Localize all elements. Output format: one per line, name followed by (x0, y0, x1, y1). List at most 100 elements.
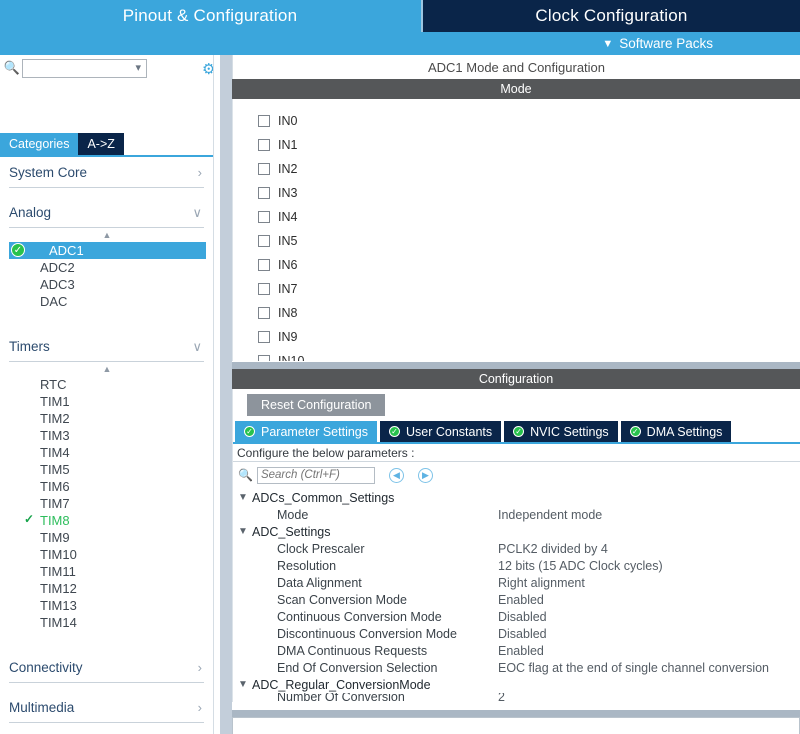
sidebar-item-tim13[interactable]: TIM13 (0, 597, 213, 614)
parameter-row-end-of-conversion-selection[interactable]: End Of Conversion Selection EOC flag at … (233, 659, 800, 676)
sidebar-item-adc3[interactable]: ADC3 (0, 276, 213, 293)
sidebar-item-tim14[interactable]: TIM14 (0, 614, 213, 631)
sidebar-category-analog[interactable]: Analog ∨ (9, 198, 204, 228)
parameter-row-mode[interactable]: Mode Independent mode (233, 506, 800, 523)
sidebar-item-tim12[interactable]: TIM12 (0, 580, 213, 597)
sidebar-item-tim2[interactable]: TIM2 (0, 410, 213, 427)
sidebar-category-multimedia[interactable]: Multimedia › (9, 693, 204, 723)
parameter-row-data-alignment[interactable]: Data Alignment Right alignment (233, 574, 800, 591)
chevron-left-circle-icon[interactable]: ◀ (389, 468, 404, 483)
sidebar-item-tim10[interactable]: TIM10 (0, 546, 213, 563)
configuration-bottom-splitter[interactable] (232, 709, 800, 717)
parameter-search-input[interactable] (257, 467, 375, 484)
parameter-value-resolution: 12 bits (15 ADC Clock cycles) (498, 559, 663, 573)
chevron-down-icon[interactable]: ▼ (238, 492, 252, 503)
reset-button-row: Reset Configuration (233, 389, 800, 421)
parameter-row-discontinuous-conversion-mode[interactable]: Discontinuous Conversion Mode Disabled (233, 625, 800, 642)
software-packs-bar[interactable]: ▼ Software Packs (0, 32, 800, 55)
parameter-row-clock-prescaler[interactable]: Clock Prescaler PCLK2 divided by 4 (233, 540, 800, 557)
sidebar-item-adc1[interactable]: ✓ ADC1 (9, 242, 206, 259)
analog-peripheral-list: ✓ ADC1 ADC2 ADC3 DAC (0, 242, 213, 310)
parameter-value-dma-continuous-requests: Enabled (498, 644, 544, 658)
check-circle-icon: ✓ (630, 426, 641, 437)
gear-icon[interactable]: ⚙ (202, 60, 213, 78)
sidebar-item-dac-label: DAC (40, 294, 67, 309)
sidebar-item-tim3[interactable]: TIM3 (0, 427, 213, 444)
parameter-name-resolution: Resolution (233, 559, 498, 573)
configure-hint-label: Configure the below parameters : (237, 446, 414, 460)
checkbox-in8[interactable] (258, 307, 270, 319)
channel-row-in6[interactable]: IN6 (233, 253, 800, 277)
channel-row-in4[interactable]: IN4 (233, 205, 800, 229)
sidebar-item-adc2[interactable]: ADC2 (0, 259, 213, 276)
tab-parameter-settings[interactable]: ✓ Parameter Settings (235, 421, 377, 442)
sidebar-item-tim1[interactable]: TIM1 (0, 393, 213, 410)
sidebar-tab-categories[interactable]: Categories (0, 133, 78, 155)
chevron-right-circle-icon[interactable]: ▶ (418, 468, 433, 483)
parameter-group-adc-regular-conversionmode[interactable]: ▼ ADC_Regular_ConversionMode (233, 676, 800, 693)
channel-row-in9[interactable]: IN9 (233, 325, 800, 349)
tab-clock-label: Clock Configuration (535, 6, 687, 26)
parameter-row-continuous-conversion-mode[interactable]: Continuous Conversion Mode Disabled (233, 608, 800, 625)
sidebar-category-connectivity[interactable]: Connectivity › (9, 653, 204, 683)
parameter-row-number-of-conversion[interactable]: Number Of Conversion 2 (233, 693, 800, 702)
parameter-row-dma-continuous-requests[interactable]: DMA Continuous Requests Enabled (233, 642, 800, 659)
sidebar-search-combo[interactable]: ▾ (22, 59, 147, 78)
parameter-row-resolution[interactable]: Resolution 12 bits (15 ADC Clock cycles) (233, 557, 800, 574)
tab-dma-settings[interactable]: ✓ DMA Settings (621, 421, 732, 442)
channel-row-in2[interactable]: IN2 (233, 157, 800, 181)
sidebar-item-tim11[interactable]: TIM11 (0, 563, 213, 580)
sidebar-item-dac[interactable]: DAC (0, 293, 213, 310)
chevron-down-icon[interactable]: ▼ (238, 526, 252, 537)
channel-row-in7[interactable]: IN7 (233, 277, 800, 301)
parameter-row-scan-conversion-mode[interactable]: Scan Conversion Mode Enabled (233, 591, 800, 608)
sidebar-tab-a-to-z[interactable]: A->Z (78, 133, 123, 155)
tab-nvic-settings[interactable]: ✓ NVIC Settings (504, 421, 618, 442)
checkbox-in4[interactable] (258, 211, 270, 223)
checkbox-in9[interactable] (258, 331, 270, 343)
sidebar-item-tim9[interactable]: TIM9 (0, 529, 213, 546)
parameter-name-end-of-conversion-selection: End Of Conversion Selection (233, 661, 498, 675)
checkbox-in5[interactable] (258, 235, 270, 247)
mode-configuration-splitter[interactable] (232, 361, 800, 369)
channel-label-in2: IN2 (278, 162, 297, 176)
chevron-down-icon: ▾ (135, 61, 141, 74)
channel-row-in8[interactable]: IN8 (233, 301, 800, 325)
parameter-group-adc-settings[interactable]: ▼ ADC_Settings (233, 523, 800, 540)
sidebar-item-tim7[interactable]: TIM7 (0, 495, 213, 512)
check-icon: ✓ (24, 512, 34, 526)
bottom-panel (232, 717, 800, 734)
chevron-right-icon: › (198, 700, 204, 715)
tab-pinout-configuration[interactable]: Pinout & Configuration (0, 0, 420, 32)
parameter-group-adc-settings-label: ADC_Settings (252, 525, 331, 539)
checkbox-in2[interactable] (258, 163, 270, 175)
checkbox-in0[interactable] (258, 115, 270, 127)
channel-row-in3[interactable]: IN3 (233, 181, 800, 205)
parameter-group-adcs-common-settings[interactable]: ▼ ADCs_Common_Settings (233, 489, 800, 506)
chevron-down-icon[interactable]: ▼ (238, 679, 252, 690)
sidebar-item-rtc[interactable]: RTC (0, 376, 213, 393)
sidebar-item-tim5[interactable]: TIM5 (0, 461, 213, 478)
tab-clock-configuration[interactable]: Clock Configuration (421, 0, 800, 32)
channel-row-in0[interactable]: IN0 (233, 109, 800, 133)
sidebar-item-tim6[interactable]: TIM6 (0, 478, 213, 495)
sidebar-category-timers[interactable]: Timers ∨ (9, 332, 204, 362)
sidebar-item-tim8[interactable]: ✓ TIM8 (0, 512, 213, 529)
peripheral-title: ADC1 Mode and Configuration (232, 55, 800, 79)
checkbox-in10[interactable] (258, 355, 270, 361)
channel-row-in10[interactable]: IN10 (233, 349, 800, 361)
sidebar-category-system-core[interactable]: System Core › (9, 158, 204, 188)
sidebar-item-tim4[interactable]: TIM4 (0, 444, 213, 461)
analog-list-spinner[interactable]: ▲ (0, 228, 213, 242)
tab-user-constants[interactable]: ✓ User Constants (380, 421, 501, 442)
top-tab-bar: Pinout & Configuration Clock Configurati… (0, 0, 800, 32)
channel-label-in4: IN4 (278, 210, 297, 224)
channel-row-in5[interactable]: IN5 (233, 229, 800, 253)
checkbox-in7[interactable] (258, 283, 270, 295)
checkbox-in1[interactable] (258, 139, 270, 151)
checkbox-in3[interactable] (258, 187, 270, 199)
reset-configuration-button[interactable]: Reset Configuration (247, 394, 385, 416)
channel-row-in1[interactable]: IN1 (233, 133, 800, 157)
timers-list-spinner[interactable]: ▲ (0, 362, 213, 376)
checkbox-in6[interactable] (258, 259, 270, 271)
